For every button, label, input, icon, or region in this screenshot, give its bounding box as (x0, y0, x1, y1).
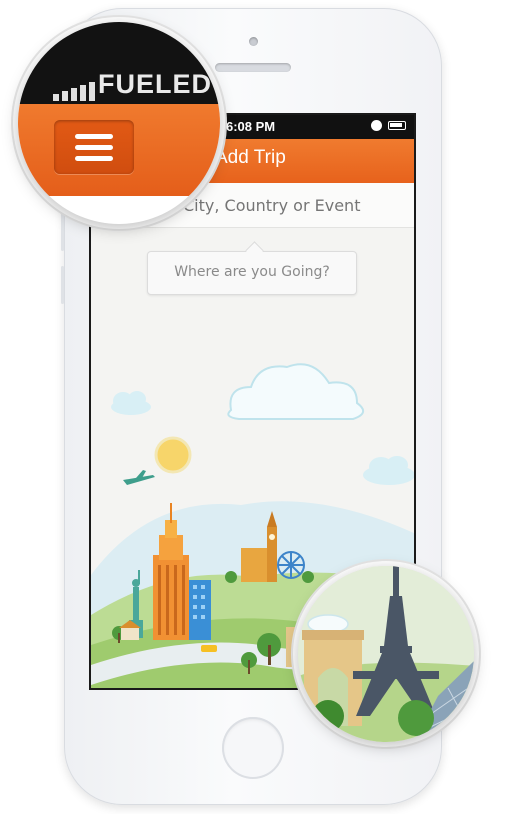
tooltip-text: Where are you Going? (174, 264, 330, 280)
volume-up-button (61, 213, 64, 251)
taxi-icon (201, 645, 217, 652)
magnifier-carrier: FUELED (18, 22, 220, 224)
cloud-icon (227, 363, 364, 420)
sun-icon (154, 436, 192, 474)
office-tower-icon (189, 580, 211, 640)
volume-down-button (61, 266, 64, 304)
status-icons (371, 120, 406, 131)
battery-icon (388, 121, 406, 130)
carrier-name: FUELED (98, 69, 212, 99)
menu-button[interactable] (54, 120, 134, 174)
alarm-icon (371, 120, 382, 131)
status-time: 6:08 PM (226, 119, 276, 134)
menu-icon (75, 134, 113, 139)
earpiece-speaker (215, 63, 291, 72)
signal-icon (53, 82, 95, 101)
front-camera (249, 37, 258, 46)
home-button[interactable] (222, 717, 284, 779)
airplane-icon (123, 470, 155, 485)
destination-tooltip: Where are you Going? (147, 251, 357, 295)
eiffel-tower-illustration (298, 566, 474, 742)
magnifier-eiffel (298, 566, 474, 742)
page-title: Add Trip (215, 147, 286, 168)
ferris-wheel-icon (277, 551, 305, 579)
magnified-status-bar: FUELED (18, 22, 220, 104)
